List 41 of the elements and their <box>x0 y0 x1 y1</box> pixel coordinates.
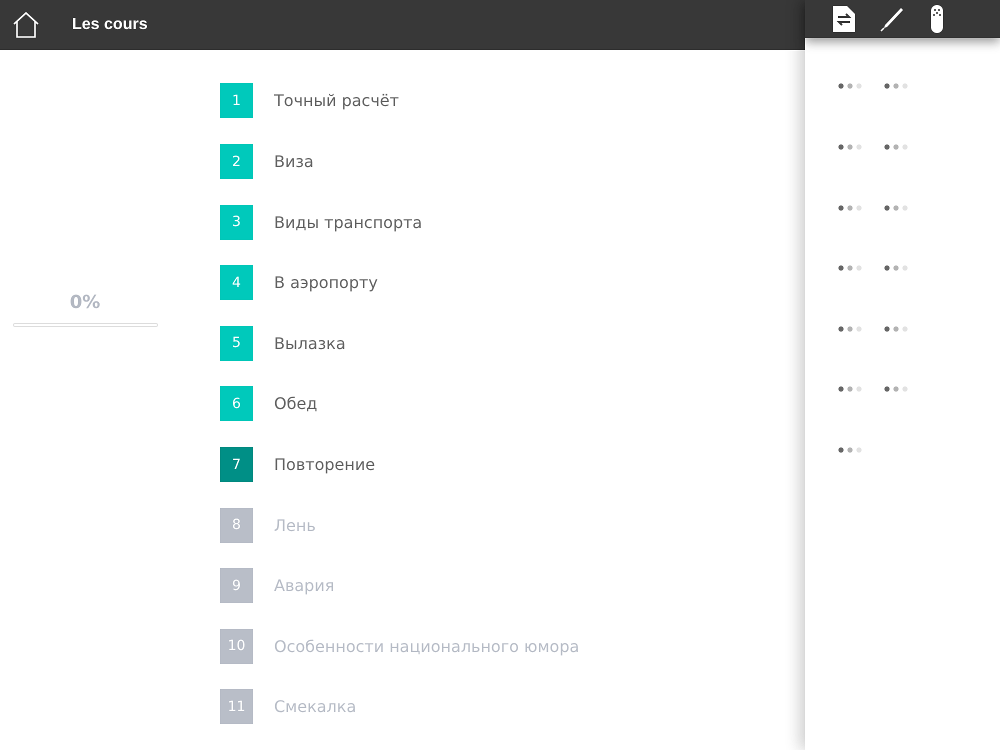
progress-label: 0% <box>68 292 102 314</box>
lesson-title[interactable]: Повторение <box>274 447 376 482</box>
exercise-dots-icon[interactable] <box>884 265 910 272</box>
exercise-dots-icon[interactable] <box>838 447 864 454</box>
lesson-number[interactable]: 10 <box>220 628 253 664</box>
document-swap-icon[interactable] <box>833 6 855 32</box>
lesson-number[interactable]: 1 <box>220 83 253 118</box>
exercise-dots-icon[interactable] <box>838 265 864 272</box>
page-title: Les cours <box>72 16 148 34</box>
exercise-dots-icon[interactable] <box>884 83 910 90</box>
lesson-title[interactable]: Виды транспорта <box>274 204 422 240</box>
lesson-number[interactable]: 3 <box>220 204 253 240</box>
lesson-title[interactable]: В аэропорту <box>274 265 378 300</box>
lesson-number[interactable]: 6 <box>220 386 253 422</box>
exercise-dots-icon[interactable] <box>884 144 910 150</box>
exercise-dots-icon[interactable] <box>884 326 910 332</box>
lesson-number[interactable]: 8 <box>220 508 253 543</box>
exercise-dots-icon[interactable] <box>838 326 864 332</box>
lesson-title[interactable]: Авария <box>274 568 334 604</box>
exercise-dots-icon[interactable] <box>884 386 910 392</box>
lesson-number[interactable]: 5 <box>220 326 253 361</box>
lesson-title[interactable]: Смекалка <box>274 689 356 724</box>
lesson-title[interactable]: Обед <box>274 386 318 422</box>
lesson-title[interactable]: Вылазка <box>274 326 346 361</box>
lesson-title[interactable]: Точный расчёт <box>274 83 399 118</box>
lesson-number[interactable]: 2 <box>220 144 253 180</box>
lesson-number[interactable]: 7 <box>220 447 253 482</box>
lesson-number[interactable]: 11 <box>220 689 253 724</box>
lesson-title[interactable]: Лень <box>274 508 316 543</box>
lesson-number[interactable]: 9 <box>220 568 253 604</box>
exercise-dots-icon[interactable] <box>838 204 864 211</box>
exercise-dots-icon[interactable] <box>838 144 864 150</box>
lesson-number[interactable]: 4 <box>220 265 253 300</box>
lesson-title[interactable]: Особенности национального юмора <box>274 628 580 664</box>
lesson-title[interactable]: Виза <box>274 144 314 180</box>
microphone-icon[interactable] <box>929 5 945 34</box>
exercise-dots-icon[interactable] <box>838 83 864 90</box>
pen-icon[interactable] <box>879 6 905 32</box>
home-icon[interactable] <box>12 11 40 40</box>
exercise-dots-icon[interactable] <box>884 204 910 211</box>
exercise-dots-icon[interactable] <box>838 386 864 392</box>
